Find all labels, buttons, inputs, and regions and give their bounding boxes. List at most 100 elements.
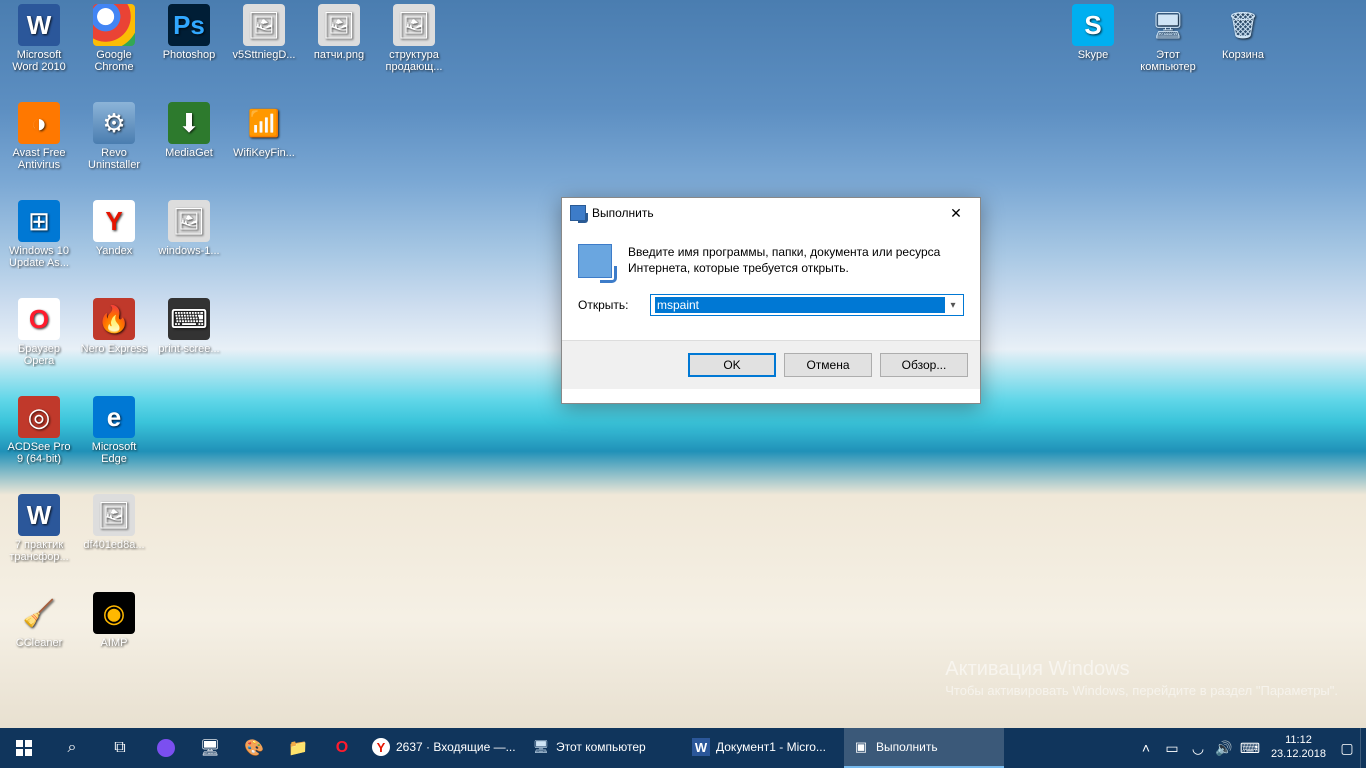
app-skype[interactable]: S Skype [1057, 2, 1129, 63]
app-revo[interactable]: ⚙ Revo Uninstaller [78, 100, 150, 173]
cancel-button[interactable]: Отмена [784, 353, 872, 377]
app-yandex[interactable]: Y Yandex [78, 198, 150, 259]
desktop-icon-label: Google Chrome [80, 49, 148, 73]
windows-logo-icon [16, 740, 32, 756]
file-patchi-png[interactable]: 🖼 патчи.png [303, 2, 375, 63]
desktop-icon-label: WifiKeyFin... [230, 147, 298, 159]
app-mediaget-icon: ⬇ [168, 102, 210, 144]
run-large-icon [578, 244, 612, 278]
pin-opera[interactable]: O [320, 728, 364, 768]
task-run-dialog[interactable]: ▣ Выполнить [844, 728, 1004, 768]
file-v5sttnieg-icon: 🖼 [243, 4, 285, 46]
desktop-icon-label: Браузер Opera [5, 343, 73, 367]
recycle-bin[interactable]: 🗑 Корзина [1207, 2, 1279, 63]
app-photoshop[interactable]: Ps Photoshop [153, 2, 225, 63]
task-this-pc-icon: 🖥 [532, 738, 550, 756]
desktop-icon-label: Microsoft Word 2010 [5, 49, 73, 73]
desktop-icon-label: CCleaner [5, 637, 73, 649]
tray-battery[interactable]: ▭ [1159, 728, 1185, 768]
notification-icon: ▢ [1340, 740, 1353, 757]
desktop-icon-label: windows-1... [155, 245, 223, 257]
language-icon: ⌨ [1240, 740, 1260, 757]
app-w10update[interactable]: ⊞ Windows 10 Update As... [3, 198, 75, 271]
browse-button[interactable]: Обзор... [880, 353, 968, 377]
chevron-down-icon[interactable]: ▾ [945, 300, 961, 311]
task-label: Выполнить [876, 740, 938, 754]
task-view-icon: ⧉ [114, 739, 125, 757]
file-7praktik-icon: W [18, 494, 60, 536]
search-icon: ⌕ [68, 739, 77, 757]
task-word-doc1-icon: W [692, 738, 710, 756]
file-patchi-png-icon: 🖼 [318, 4, 360, 46]
this-pc[interactable]: 🖥 Этот компьютер [1132, 2, 1204, 75]
desktop-icon-label: Windows 10 Update As... [5, 245, 73, 269]
app-opera[interactable]: O Браузер Opera [3, 296, 75, 369]
file-printscreen[interactable]: ⌨ print-scree... [153, 296, 225, 357]
action-center[interactable]: ▢ [1334, 728, 1360, 768]
start-button[interactable] [0, 728, 48, 768]
desktop-icon-label: Nero Express [80, 343, 148, 355]
task-word-doc1[interactable]: W Документ1 - Micro... [684, 728, 844, 768]
app-msword[interactable]: W Microsoft Word 2010 [3, 2, 75, 75]
desktop-icon-label: ACDSee Pro 9 (64-bit) [5, 441, 73, 465]
speaker-icon: 🔊 [1215, 740, 1232, 757]
file-windows-1-icon: 🖼 [168, 200, 210, 242]
desktop-icon-label: Skype [1059, 49, 1127, 61]
task-run-dialog-icon: ▣ [852, 738, 870, 756]
app-aimp-icon: ◉ [93, 592, 135, 634]
search-button[interactable]: ⌕ [48, 728, 96, 768]
app-aimp[interactable]: ◉ AIMP [78, 590, 150, 651]
app-avast[interactable]: ◑ Avast Free Antivirus [3, 100, 75, 173]
clock-time: 11:12 [1271, 734, 1326, 748]
show-desktop[interactable] [1360, 728, 1366, 768]
task-yandex-mail[interactable]: Y 2637 · Входящие —... [364, 728, 524, 768]
desktop[interactable]: W Microsoft Word 2010 Google Chrome Ps P… [0, 0, 1366, 728]
app-edge[interactable]: e Microsoft Edge [78, 394, 150, 467]
file-df401ed8a[interactable]: 🖼 df401ed8a... [78, 492, 150, 553]
file-windows-1[interactable]: 🖼 windows-1... [153, 198, 225, 259]
clock[interactable]: 11:12 23.12.2018 [1263, 734, 1334, 762]
app-mediaget[interactable]: ⬇ MediaGet [153, 100, 225, 161]
recycle-bin-icon: 🗑 [1222, 4, 1264, 46]
task-label: Этот компьютер [556, 740, 646, 754]
app-nero-icon: 🔥 [93, 298, 135, 340]
desktop-icon-label: df401ed8a... [80, 539, 148, 551]
file-printscreen-icon: ⌨ [168, 298, 210, 340]
app-ccleaner[interactable]: 🧹 CCleaner [3, 590, 75, 651]
app-acdsee-icon: ◎ [18, 396, 60, 438]
desktop-icon-label: AIMP [80, 637, 148, 649]
tray-language[interactable]: ⌨ [1237, 728, 1263, 768]
task-label: Документ1 - Micro... [716, 740, 826, 754]
desktop-icon-label: Этот компьютер [1134, 49, 1202, 73]
task-this-pc[interactable]: 🖥 Этот компьютер [524, 728, 684, 768]
file-struktura-icon: 🖼 [393, 4, 435, 46]
app-chrome[interactable]: Google Chrome [78, 2, 150, 75]
wifi-icon: ◡ [1192, 740, 1204, 757]
tray-volume[interactable]: 🔊 [1211, 728, 1237, 768]
app-msword-icon: W [18, 4, 60, 46]
tray-overflow[interactable]: ˄ [1133, 728, 1159, 768]
pin-cortana[interactable] [144, 728, 188, 768]
ok-button[interactable]: OK [688, 353, 776, 377]
file-struktura[interactable]: 🖼 структура продающ... [378, 2, 450, 75]
close-button[interactable]: ✕ [934, 199, 978, 227]
run-description: Введите имя программы, папки, документа … [628, 244, 964, 278]
task-view-button[interactable]: ⧉ [96, 728, 144, 768]
app-chrome-icon [93, 4, 135, 46]
file-v5sttnieg[interactable]: 🖼 v5SttniegD... [228, 2, 300, 63]
activation-watermark: Активация Windows Чтобы активировать Win… [945, 658, 1338, 698]
clock-date: 23.12.2018 [1271, 748, 1326, 762]
pin-paint[interactable]: 🎨 [232, 728, 276, 768]
open-input[interactable] [655, 297, 945, 313]
app-nero[interactable]: 🔥 Nero Express [78, 296, 150, 357]
run-titlebar[interactable]: Выполнить ✕ [562, 198, 980, 228]
open-combobox[interactable]: ▾ [650, 294, 964, 316]
file-7praktik[interactable]: W 7 практик трансфор... [3, 492, 75, 565]
open-label: Открыть: [578, 298, 638, 312]
pin-file-explorer[interactable]: 📁 [276, 728, 320, 768]
palette-icon: 🎨 [244, 738, 264, 758]
app-acdsee[interactable]: ◎ ACDSee Pro 9 (64-bit) [3, 394, 75, 467]
tray-wifi[interactable]: ◡ [1185, 728, 1211, 768]
pin-explorer-shortcut[interactable]: 🖥 [188, 728, 232, 768]
app-wifikeyfinder[interactable]: 📶 WifiKeyFin... [228, 100, 300, 161]
